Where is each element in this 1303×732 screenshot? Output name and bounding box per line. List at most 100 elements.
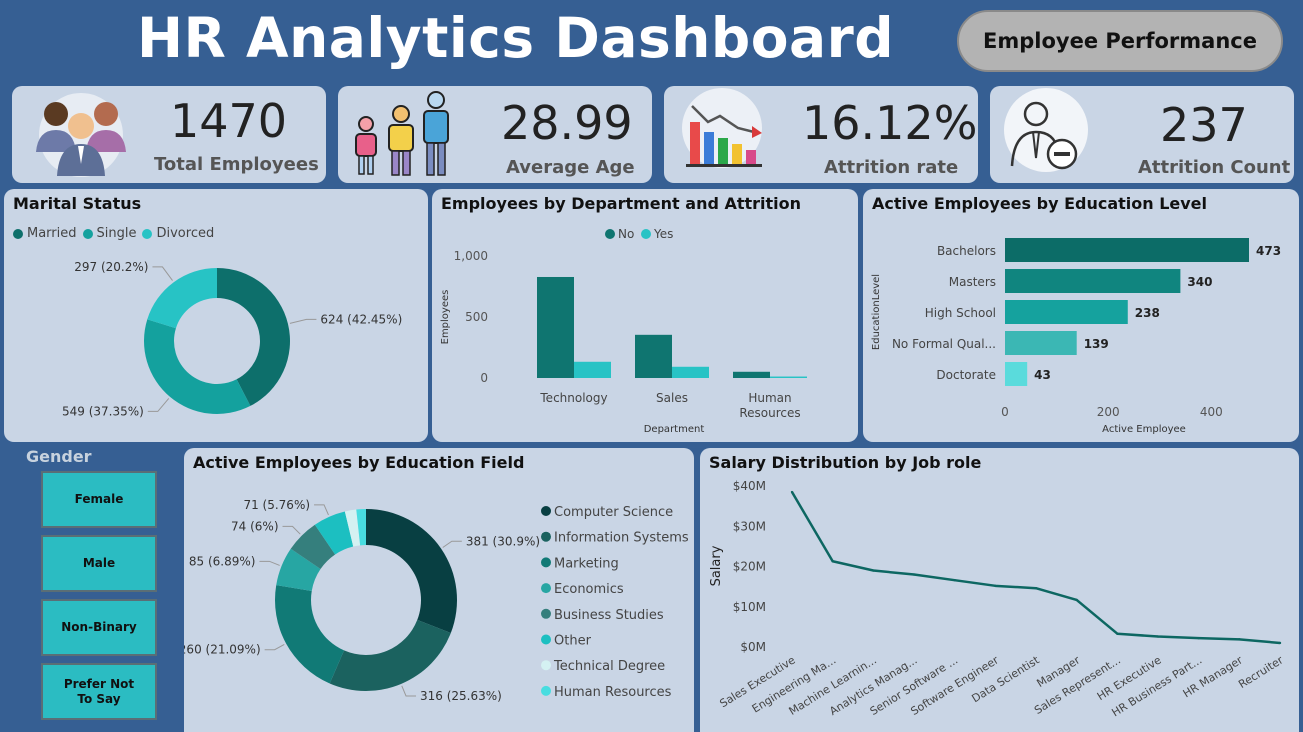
kpi-card-attrition-rate: 16.12% Attrition rate (664, 86, 978, 183)
slice-leader-line (147, 398, 170, 412)
legend-label: Economics (554, 582, 624, 597)
legend-swatch (641, 229, 651, 239)
slice-data-label: 624 (42.45%) (320, 312, 402, 326)
x-tick-label: Sales (656, 391, 688, 405)
x-tick-label: 400 (1200, 405, 1223, 419)
education-field-card: Active Employees by Education Field 381 … (184, 448, 694, 732)
bar (537, 276, 574, 378)
gender-option-male[interactable]: Male (41, 535, 157, 592)
salary-line (790, 491, 1281, 645)
marital-status-card: Marital Status Married Single Divorced 6… (4, 189, 428, 442)
family-icon (355, 91, 449, 176)
slice-data-label: 74 (6%) (231, 519, 278, 533)
bar (1005, 238, 1249, 262)
data-point (1156, 635, 1160, 638)
slice-leader-line (314, 504, 329, 516)
data-point (1238, 638, 1241, 641)
slice-data-label: 260 (21.09%) (184, 643, 261, 657)
kpi-label: Attrition rate (824, 157, 959, 178)
x-tick-label: Technology (539, 391, 607, 405)
donut-slice (275, 585, 345, 684)
bar (1005, 300, 1128, 324)
data-point (790, 490, 794, 494)
kpi-value: 16.12% (802, 96, 978, 150)
bar (733, 371, 770, 378)
department-bar-chart: No Yes 0 500 1,000 Employees Technology Sales Hu… (440, 227, 807, 435)
legend-label: Information Systems (554, 531, 689, 546)
page-title: HR Analytics Dashboard (137, 6, 895, 70)
kpi-label: Total Employees (154, 154, 319, 175)
slice-data-label: 71 (5.76%) (243, 498, 310, 512)
gender-slicer-title: Gender (26, 447, 92, 466)
department-attrition-card: Employees by Department and Attrition No… (432, 189, 858, 442)
x-tick-label: Human (748, 391, 791, 405)
data-point (1075, 598, 1078, 602)
bar (574, 361, 611, 378)
data-point (994, 584, 997, 588)
bar (1005, 331, 1077, 355)
gender-option-female[interactable]: Female (41, 471, 157, 528)
slice-data-label: 297 (20.2%) (74, 260, 148, 274)
people-group-icon (36, 93, 126, 177)
salary-distribution-card: Salary Distribution by Job role $0M $10M $… (700, 448, 1299, 732)
employee-performance-button[interactable]: Employee Performance (957, 10, 1283, 72)
bar (635, 334, 672, 378)
legend-label: Other (554, 634, 592, 649)
slice-data-label: 316 (25.63%) (420, 689, 502, 703)
x-axis-title: Department (644, 424, 705, 435)
donut-slice (147, 268, 217, 329)
bar-data-label: 238 (1135, 306, 1160, 320)
data-point (872, 569, 875, 572)
donut-slice (143, 319, 251, 414)
legend-label: Business Studies (554, 608, 664, 623)
y-axis-title: Employees (440, 290, 451, 345)
legend-swatch (541, 608, 551, 619)
y-tick-label: 0 (480, 371, 488, 385)
slice-leader-line (442, 540, 462, 548)
bar (1005, 269, 1181, 293)
legend-label: Marketing (554, 556, 619, 571)
slice-leader-line (152, 266, 173, 281)
kpi-card-total-employees: 1470 Total Employees (12, 86, 326, 183)
kpi-value: 237 (1160, 98, 1248, 152)
legend-swatch (541, 685, 551, 696)
gender-option-prefer-not-to-say[interactable]: Prefer Not To Say (41, 663, 157, 720)
slice-leader-line (259, 560, 280, 566)
marital-donut-chart: 624 (42.45%) 549 (37.35%) 297 (20.2%) (62, 260, 402, 419)
y-axis-title: Salary (709, 545, 724, 586)
y-tick-label: 500 (465, 310, 488, 324)
bar (770, 376, 807, 378)
y-tick-label: High School (925, 306, 996, 320)
data-point (1034, 587, 1038, 590)
y-tick-label: $20M (733, 560, 766, 574)
gender-option-non-binary[interactable]: Non-Binary (41, 599, 157, 656)
data-point (912, 573, 916, 576)
slice-leader-line (282, 525, 301, 535)
education-level-card: Active Employees by Education Level Bach… (863, 189, 1299, 442)
bar-data-label: 139 (1084, 337, 1109, 351)
kpi-card-average-age: 28.99 Average Age (338, 86, 652, 183)
legend-swatch (541, 531, 551, 542)
bar-data-label: 340 (1187, 275, 1212, 289)
legend-label: Yes (653, 227, 673, 241)
data-point (1278, 641, 1282, 645)
slice-data-label: 381 (30.9%) (466, 534, 540, 548)
bar (672, 366, 709, 378)
legend-label: No (618, 227, 634, 241)
x-tick-label: Recruiter (1236, 653, 1286, 691)
education-level-bar-chart: Bachelors 473 Masters 340 High School 238 No F… (871, 238, 1281, 435)
legend-swatch (541, 557, 551, 568)
y-tick-label: Bachelors (937, 244, 996, 258)
slice-data-label: 549 (37.35%) (62, 404, 144, 418)
legend-swatch (541, 660, 551, 671)
kpi-label: Attrition Count (1138, 157, 1291, 178)
donut-slice (366, 509, 457, 633)
data-point (1197, 636, 1200, 640)
legend-swatch (541, 634, 551, 645)
education-field-donut-chart: 381 (30.9%) 316 (25.63%) 260 (21.09%) 85 (6… (184, 498, 689, 703)
slice-leader-line (289, 318, 317, 324)
kpi-card-attrition-count: 237 Attrition Count (990, 86, 1294, 183)
y-tick-label: Masters (949, 275, 996, 289)
donut-slice (329, 619, 451, 691)
bar-data-label: 473 (1256, 244, 1281, 258)
